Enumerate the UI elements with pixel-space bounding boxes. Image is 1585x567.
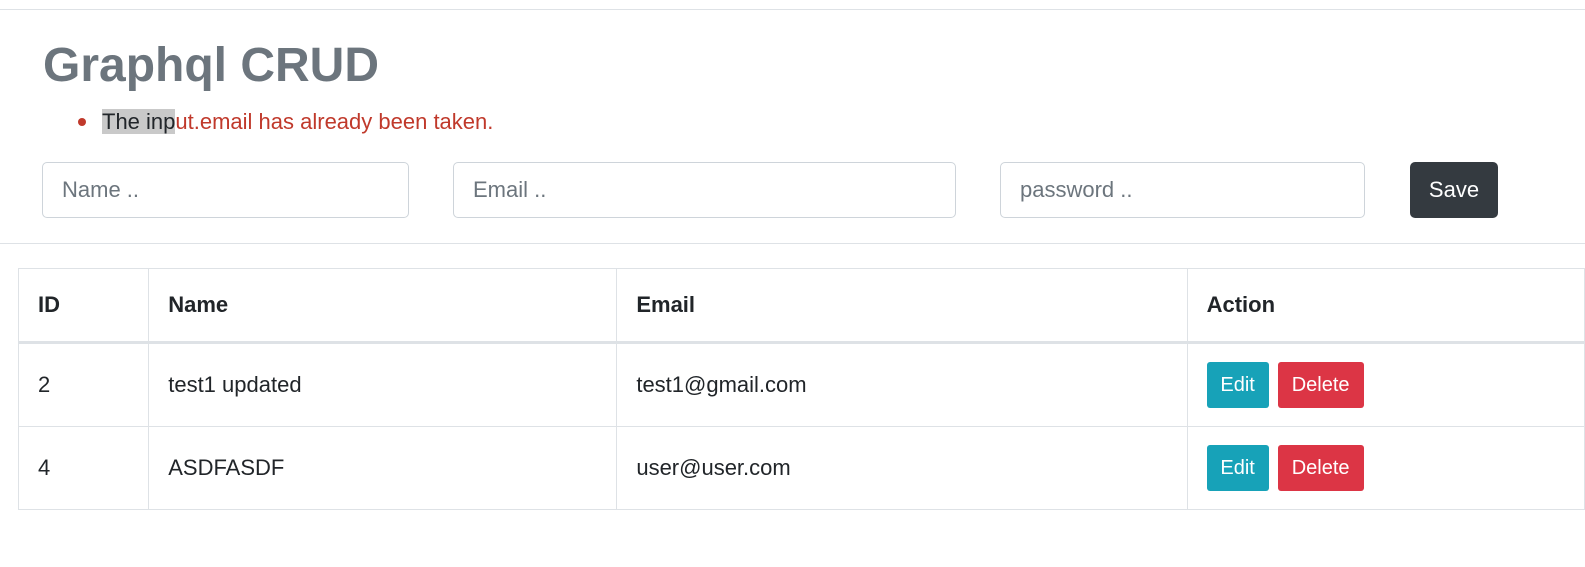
cell-email: user@user.com	[616, 426, 1188, 510]
email-input[interactable]	[453, 162, 956, 218]
table-row: 2 test1 updated test1@gmail.com Edit Dele…	[17, 342, 1585, 427]
cell-action: Edit Delete	[1186, 342, 1585, 427]
edit-button[interactable]: Edit	[1206, 362, 1269, 408]
header-name: Name	[148, 268, 618, 344]
page-title: Graphql CRUD	[43, 39, 379, 92]
name-input[interactable]	[42, 162, 409, 218]
error-text: ut.email has already been taken.	[175, 109, 494, 134]
bullet-icon	[78, 118, 86, 126]
cell-id: 2	[17, 342, 150, 427]
form-divider	[0, 243, 1585, 244]
delete-button[interactable]: Delete	[1277, 362, 1364, 408]
cell-email: test1@gmail.com	[616, 342, 1188, 427]
password-input[interactable]	[1000, 162, 1365, 218]
error-text-selected: The inp	[102, 109, 176, 134]
top-divider	[0, 9, 1585, 10]
cell-name: ASDFASDF	[148, 426, 618, 510]
edit-button[interactable]: Edit	[1206, 445, 1269, 491]
delete-button[interactable]: Delete	[1277, 445, 1364, 491]
cell-id: 4	[17, 426, 150, 510]
cell-name: test1 updated	[148, 342, 618, 427]
cell-action: Edit Delete	[1186, 426, 1585, 510]
table-row: 4 ASDFASDF user@user.com Edit Delete	[17, 426, 1585, 510]
error-message: The input.email has already been taken.	[0, 106, 493, 138]
header-email: Email	[616, 268, 1188, 344]
save-button[interactable]: Save	[1410, 162, 1498, 218]
users-table: ID Name Email Action 2 test1 updated tes…	[17, 268, 1585, 510]
header-action: Action	[1186, 268, 1585, 344]
header-id: ID	[17, 268, 150, 344]
error-list: The input.email has already been taken.	[0, 106, 493, 138]
table-header-row: ID Name Email Action	[17, 268, 1585, 344]
